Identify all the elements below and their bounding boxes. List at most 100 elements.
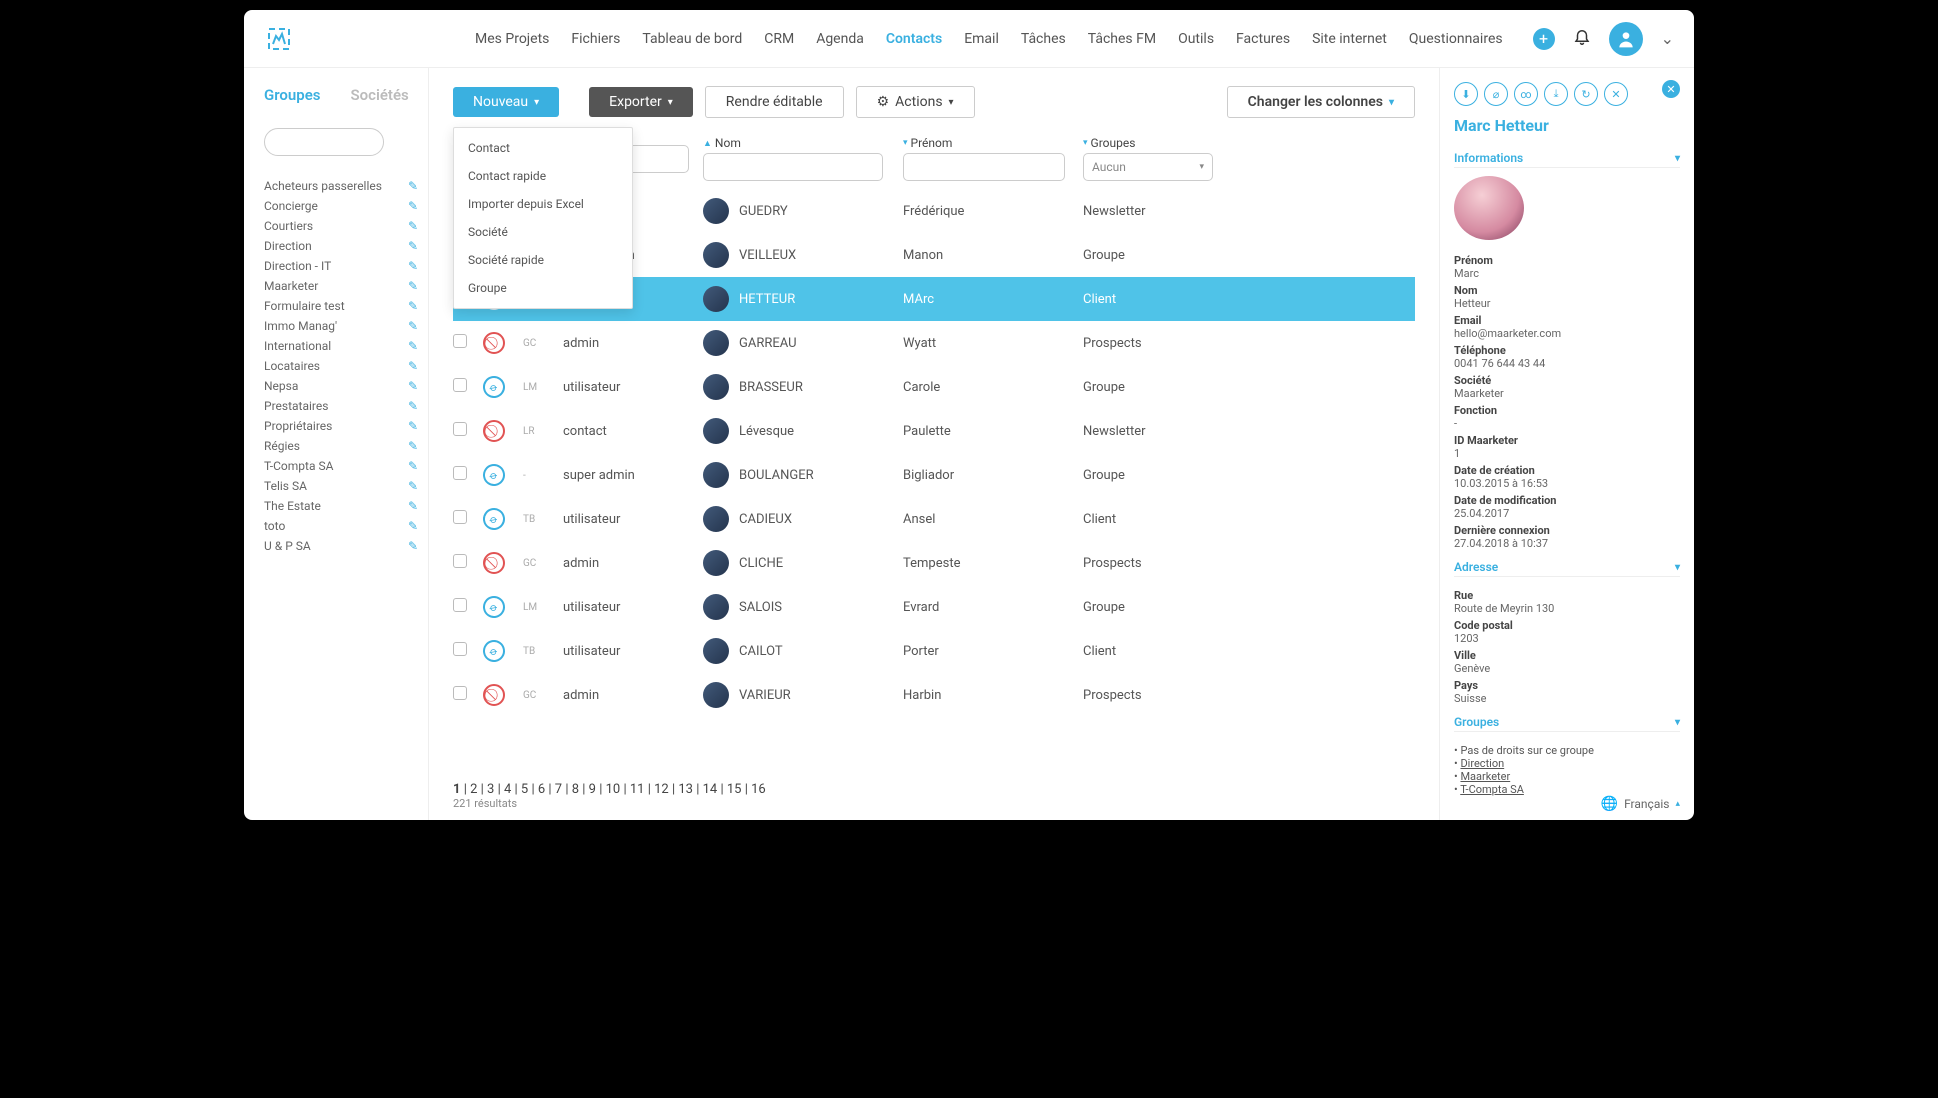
nav-item-crm[interactable]: CRM xyxy=(764,31,794,47)
row-checkbox[interactable] xyxy=(453,334,467,348)
sidebar-item[interactable]: Locataires✎ xyxy=(264,356,418,376)
table-row[interactable]: ⌀ TB utilisateur CAILOT Porter Client xyxy=(453,629,1415,673)
dropdown-item[interactable]: Contact rapide xyxy=(454,162,632,190)
nav-item-questionnaires[interactable]: Questionnaires xyxy=(1409,31,1503,47)
dropdown-item[interactable]: Importer depuis Excel xyxy=(454,190,632,218)
dropdown-item[interactable]: Société rapide xyxy=(454,246,632,274)
sidebar-item[interactable]: Courtiers✎ xyxy=(264,216,418,236)
dropdown-item[interactable]: Groupe xyxy=(454,274,632,302)
user-menu-caret[interactable]: ⌄ xyxy=(1661,29,1674,48)
page-number[interactable]: 10 xyxy=(606,782,621,797)
group-link[interactable]: Maarketer xyxy=(1460,770,1510,783)
user-avatar[interactable] xyxy=(1609,22,1643,56)
row-checkbox[interactable] xyxy=(453,466,467,480)
nav-item-agenda[interactable]: Agenda xyxy=(816,31,864,47)
page-number[interactable]: 12 xyxy=(654,782,669,797)
pencil-icon[interactable]: ✎ xyxy=(408,299,418,313)
pencil-icon[interactable]: ✎ xyxy=(408,219,418,233)
pencil-icon[interactable]: ✎ xyxy=(408,419,418,433)
sort-icon[interactable]: ▾ xyxy=(903,138,908,148)
row-checkbox[interactable] xyxy=(453,642,467,656)
nav-item-contacts[interactable]: Contacts xyxy=(886,31,942,47)
delete-icon[interactable]: ✕ xyxy=(1604,82,1628,106)
pencil-icon[interactable]: ✎ xyxy=(408,359,418,373)
page-number[interactable]: 7 xyxy=(555,782,562,797)
filter-prenom-input[interactable] xyxy=(903,153,1065,181)
page-number[interactable]: 15 xyxy=(727,782,742,797)
nav-item-tableau-de-bord[interactable]: Tableau de bord xyxy=(642,31,742,47)
page-number[interactable]: 13 xyxy=(678,782,693,797)
sidebar-item[interactable]: Acheteurs passerelles✎ xyxy=(264,176,418,196)
page-number[interactable]: 8 xyxy=(572,782,579,797)
language-selector[interactable]: 🌐 Français ▴ xyxy=(1454,796,1680,812)
sidebar-search-input[interactable] xyxy=(264,128,384,156)
pencil-icon[interactable]: ✎ xyxy=(408,239,418,253)
sidebar-tab-societes[interactable]: Sociétés xyxy=(351,86,409,104)
row-checkbox[interactable] xyxy=(453,554,467,568)
nav-item-email[interactable]: Email xyxy=(964,31,999,47)
pencil-icon[interactable]: ✎ xyxy=(408,439,418,453)
section-adresse[interactable]: Adresse▾ xyxy=(1454,560,1680,577)
pencil-icon[interactable]: ✎ xyxy=(408,339,418,353)
pencil-icon[interactable]: ✎ xyxy=(408,179,418,193)
page-number[interactable]: 9 xyxy=(589,782,596,797)
nav-item-tâches[interactable]: Tâches xyxy=(1021,31,1066,47)
close-icon[interactable]: ✕ xyxy=(1662,80,1680,98)
table-row[interactable]: ⃠ GC admin GARREAU Wyatt Prospects xyxy=(453,321,1415,365)
nav-item-tâches-fm[interactable]: Tâches FM xyxy=(1088,31,1156,47)
share-icon[interactable]: ∞ xyxy=(1514,82,1538,106)
page-number[interactable]: 14 xyxy=(703,782,718,797)
row-checkbox[interactable] xyxy=(453,422,467,436)
table-row[interactable]: ⃠ GC admin CLICHE Tempeste Prospects xyxy=(453,541,1415,585)
page-number[interactable]: 2 xyxy=(470,782,477,797)
filter-groupes-select[interactable]: Aucun▾ xyxy=(1083,153,1213,181)
pencil-icon[interactable]: ✎ xyxy=(408,479,418,493)
sidebar-item[interactable]: Direction✎ xyxy=(264,236,418,256)
page-number[interactable]: 4 xyxy=(504,782,511,797)
sidebar-item[interactable]: Régies✎ xyxy=(264,436,418,456)
sidebar-item[interactable]: T-Compta SA✎ xyxy=(264,456,418,476)
sidebar-item[interactable]: Concierge✎ xyxy=(264,196,418,216)
download-icon[interactable]: ⬇ xyxy=(1454,82,1478,106)
table-row[interactable]: ⌀ TB utilisateur CADIEUX Ansel Client xyxy=(453,497,1415,541)
sidebar-item[interactable]: Nepsa✎ xyxy=(264,376,418,396)
table-row[interactable]: ⃠ LR contact Lévesque Paulette Newslette… xyxy=(453,409,1415,453)
row-checkbox[interactable] xyxy=(453,598,467,612)
table-row[interactable]: ⃠ GC admin VARIEUR Harbin Prospects xyxy=(453,673,1415,717)
notifications-icon[interactable] xyxy=(1573,27,1591,50)
nav-item-site-internet[interactable]: Site internet xyxy=(1312,31,1387,47)
pencil-icon[interactable]: ✎ xyxy=(408,519,418,533)
dropdown-item[interactable]: Contact xyxy=(454,134,632,162)
sort-icon[interactable]: ▾ xyxy=(1083,138,1088,148)
table-row[interactable]: ⌀ LM utilisateur SALOIS Evrard Groupe xyxy=(453,585,1415,629)
table-row[interactable]: ⌀ LM utilisateur BRASSEUR Carole Groupe xyxy=(453,365,1415,409)
attach-icon[interactable]: ⌀ xyxy=(1484,82,1508,106)
sidebar-tab-groupes[interactable]: Groupes xyxy=(264,86,321,104)
pencil-icon[interactable]: ✎ xyxy=(408,539,418,553)
group-link[interactable]: Direction xyxy=(1460,757,1504,770)
actions-button[interactable]: ⚙ Actions ▾ xyxy=(856,86,975,118)
pencil-icon[interactable]: ✎ xyxy=(408,499,418,513)
nav-item-mes-projets[interactable]: Mes Projets xyxy=(475,31,549,47)
columns-button[interactable]: Changer les colonnes▾ xyxy=(1227,86,1415,118)
sidebar-item[interactable]: The Estate✎ xyxy=(264,496,418,516)
row-checkbox[interactable] xyxy=(453,378,467,392)
logo-icon[interactable] xyxy=(264,24,294,54)
nav-item-fichiers[interactable]: Fichiers xyxy=(571,31,620,47)
sidebar-item[interactable]: International✎ xyxy=(264,336,418,356)
sidebar-item[interactable]: Propriétaires✎ xyxy=(264,416,418,436)
pencil-icon[interactable]: ✎ xyxy=(408,399,418,413)
sidebar-item[interactable]: toto✎ xyxy=(264,516,418,536)
editable-button[interactable]: Rendre éditable xyxy=(705,86,844,118)
page-number[interactable]: 3 xyxy=(487,782,494,797)
save-icon[interactable]: ⤓ xyxy=(1544,82,1568,106)
page-number[interactable]: 1 xyxy=(453,782,460,797)
sidebar-item[interactable]: Maarketer✎ xyxy=(264,276,418,296)
pencil-icon[interactable]: ✎ xyxy=(408,319,418,333)
pencil-icon[interactable]: ✎ xyxy=(408,379,418,393)
sidebar-item[interactable]: Telis SA✎ xyxy=(264,476,418,496)
nav-item-outils[interactable]: Outils xyxy=(1178,31,1214,47)
page-number[interactable]: 11 xyxy=(630,782,645,797)
nav-item-factures[interactable]: Factures xyxy=(1236,31,1290,47)
page-number[interactable]: 16 xyxy=(751,782,766,797)
